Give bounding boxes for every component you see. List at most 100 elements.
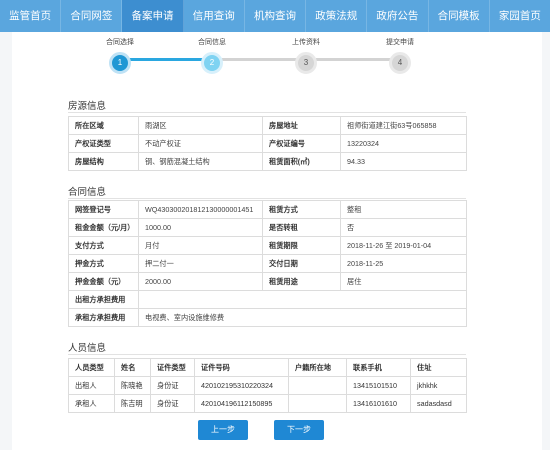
table-row: 网签登记号 WQ430300201812130000001451 租赁方式 整租 (68, 200, 467, 219)
nav-tab-homeland[interactable]: 家园首页 (490, 0, 550, 32)
field-label: 租金金额（元/月） (68, 218, 139, 237)
table-row: 产权证类型 不动产权证 产权证编号 13220324 (68, 134, 467, 153)
step-2: 合同信息 2 (172, 32, 252, 74)
column-header: 证件号码 (194, 358, 289, 377)
step-4: 提交申请 4 (360, 32, 440, 74)
field-value: 2018-11-25 (340, 254, 467, 273)
field-value: 2000.00 (138, 272, 263, 291)
next-step-button[interactable]: 下一步 (274, 420, 324, 440)
table-cell: 13415101510 (346, 376, 411, 395)
field-label: 交付日期 (262, 254, 341, 273)
field-label: 网签登记号 (68, 200, 139, 219)
table-cell: 陈晓艳 (114, 376, 151, 395)
field-label: 租赁面积(㎡) (262, 152, 341, 171)
step-number: 3 (295, 52, 317, 74)
nav-tab-home[interactable]: 监管首页 (0, 0, 62, 32)
top-nav: 监管首页 合同网签 备案申请 信用查询 机构查询 政策法规 政府公告 合同模板 … (0, 0, 550, 32)
column-header: 人员类型 (68, 358, 115, 377)
table-cell: 13416101610 (346, 394, 411, 413)
field-value: 1000.00 (138, 218, 263, 237)
field-value: 13220324 (340, 134, 467, 153)
field-value: 整租 (340, 200, 467, 219)
table-row: 承租方承担费用 电视费、室内设施维修费 (68, 308, 467, 327)
table-cell: sadasdasd (410, 394, 467, 413)
section-title-contract: 合同信息 (68, 187, 107, 198)
field-value (138, 290, 467, 309)
nav-tab-notice[interactable]: 政府公告 (367, 0, 429, 32)
table-cell: 身份证 (150, 394, 195, 413)
table-cell: 420104196112150895 (194, 394, 289, 413)
field-label: 是否转租 (262, 218, 341, 237)
column-header: 姓名 (114, 358, 151, 377)
field-value: 雨湖区 (138, 116, 263, 135)
field-label: 租赁方式 (262, 200, 341, 219)
table-row: 出租人 陈晓艳 身份证 420102195310220324 134151015… (68, 376, 467, 395)
table-cell (288, 394, 347, 413)
progress-steps: 合同选择 1 合同信息 2 上传资料 3 提交申请 4 (12, 32, 542, 94)
field-label: 出租方承担费用 (68, 290, 139, 309)
field-value: WQ430300201812130000001451 (138, 200, 263, 219)
field-value: 不动产权证 (138, 134, 263, 153)
field-label: 押金金额（元） (68, 272, 139, 291)
step-label: 合同选择 (106, 39, 134, 46)
field-value: 2018-11-26 至 2019-01-04 (340, 236, 467, 255)
nav-tab-contract-sign[interactable]: 合同网签 (61, 0, 123, 32)
section-divider (68, 354, 466, 355)
table-row: 押金金额（元） 2000.00 租赁用途 居住 (68, 272, 467, 291)
table-row: 承租人 陈吉明 身份证 420104196112150895 134161016… (68, 394, 467, 413)
step-number: 4 (389, 52, 411, 74)
field-label: 租赁期限 (262, 236, 341, 255)
table-cell: 身份证 (150, 376, 195, 395)
column-header: 联系手机 (346, 358, 411, 377)
step-label: 提交申请 (386, 39, 414, 46)
table-cell: 陈吉明 (114, 394, 151, 413)
table-row: 所在区域 雨湖区 房屋地址 祖师街道建江街63号065858 (68, 116, 467, 135)
field-value: 祖师街道建江街63号065858 (340, 116, 467, 135)
field-label: 押金方式 (68, 254, 139, 273)
field-label: 房屋地址 (262, 116, 341, 135)
nav-tab-policy[interactable]: 政策法规 (306, 0, 368, 32)
step-3: 上传资料 3 (266, 32, 346, 74)
main-panel: 合同选择 1 合同信息 2 上传资料 3 提交申请 4 房源信息 所在区域 雨湖… (12, 32, 542, 450)
field-label: 产权证编号 (262, 134, 341, 153)
field-label: 支付方式 (68, 236, 139, 255)
contract-info-table: 网签登记号 WQ430300201812130000001451 租赁方式 整租… (68, 200, 467, 327)
table-cell: 承租人 (68, 394, 115, 413)
nav-tab-credit[interactable]: 信用查询 (184, 0, 245, 32)
field-label: 房屋结构 (68, 152, 139, 171)
section-title-people: 人员信息 (68, 343, 107, 354)
field-label: 产权证类型 (68, 134, 139, 153)
step-label: 上传资料 (292, 39, 320, 46)
table-row: 押金方式 押二付一 交付日期 2018-11-25 (68, 254, 467, 273)
field-value: 居住 (340, 272, 467, 291)
table-cell (288, 376, 347, 395)
step-number: 2 (201, 52, 223, 74)
field-label: 所在区域 (68, 116, 139, 135)
nav-tab-agency[interactable]: 机构查询 (245, 0, 307, 32)
field-value: 电视费、室内设施维修费 (138, 308, 467, 327)
table-cell: 出租人 (68, 376, 115, 395)
step-label: 合同信息 (198, 39, 226, 46)
field-value: 月付 (138, 236, 263, 255)
people-table: 人员类型 姓名 证件类型 证件号码 户籍所在地 联系手机 住址 出租人 陈晓艳 … (68, 358, 467, 413)
column-header: 户籍所在地 (288, 358, 347, 377)
table-row: 租金金额（元/月） 1000.00 是否转租 否 (68, 218, 467, 237)
table-header-row: 人员类型 姓名 证件类型 证件号码 户籍所在地 联系手机 住址 (68, 358, 467, 377)
column-header: 住址 (410, 358, 467, 377)
field-label: 承租方承担费用 (68, 308, 139, 327)
step-number: 1 (109, 52, 131, 74)
table-row: 出租方承担费用 (68, 290, 467, 309)
table-row: 房屋结构 钢、钢筋混凝土结构 租赁面积(㎡) 94.33 (68, 152, 467, 171)
house-info-table: 所在区域 雨湖区 房屋地址 祖师街道建江街63号065858 产权证类型 不动产… (68, 116, 467, 171)
field-value: 94.33 (340, 152, 467, 171)
prev-step-button[interactable]: 上一步 (198, 420, 248, 440)
table-cell: 420102195310220324 (194, 376, 289, 395)
nav-tab-filing[interactable]: 备案申请 (122, 0, 184, 32)
section-title-house: 房源信息 (68, 101, 107, 112)
table-cell: jkhkhk (410, 376, 467, 395)
section-divider (68, 198, 466, 199)
section-divider (68, 112, 466, 113)
step-1: 合同选择 1 (80, 32, 160, 74)
nav-tab-template[interactable]: 合同模板 (429, 0, 490, 32)
field-value: 钢、钢筋混凝土结构 (138, 152, 263, 171)
